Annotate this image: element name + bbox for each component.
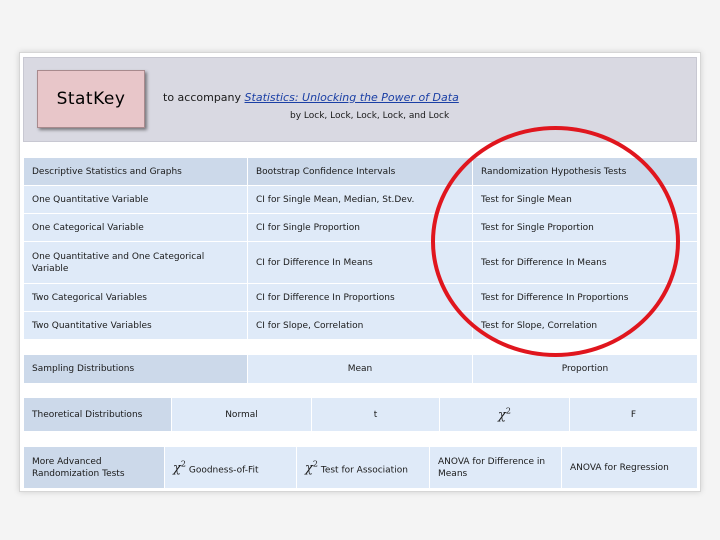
statkey-logo[interactable]: StatKey <box>37 70 145 128</box>
f-link[interactable]: F <box>569 397 698 432</box>
theoretical-label: Theoretical Distributions <box>23 397 172 432</box>
association-label: Test for Association <box>320 465 408 476</box>
table-row: Sampling Distributions Mean Proportion <box>23 354 698 384</box>
table-row: Theoretical Distributions Normal t χ2 F <box>23 397 698 432</box>
menu-link[interactable]: One Quantitative Variable <box>23 185 248 214</box>
tagline-prefix: to accompany <box>163 91 245 104</box>
chi-superscript: 2 <box>312 459 318 469</box>
book-link[interactable]: Statistics: Unlocking the Power of Data <box>245 91 459 104</box>
chi-symbol: χ <box>498 408 506 424</box>
advanced-tests-table: More Advanced Randomization Tests χ2 Goo… <box>23 446 698 489</box>
normal-link[interactable]: Normal <box>171 397 312 432</box>
t-link[interactable]: t <box>311 397 440 432</box>
authors-line: by Lock, Lock, Lock, Lock, and Lock <box>290 111 450 121</box>
menu-link[interactable]: One Quantitative and One Categorical Var… <box>23 241 248 284</box>
test-for-association-link[interactable]: χ2 Test for Association <box>296 446 430 489</box>
anova-means-link[interactable]: ANOVA for Difference in Means <box>429 446 562 489</box>
chi-superscript: 2 <box>180 459 186 469</box>
menu-link[interactable]: Two Categorical Variables <box>23 283 248 312</box>
annotation-circle <box>431 126 680 357</box>
advanced-label: More Advanced Randomization Tests <box>23 446 165 489</box>
menu-link[interactable]: CI for Slope, Correlation <box>247 311 473 340</box>
sampling-distributions-table: Sampling Distributions Mean Proportion <box>23 354 698 384</box>
chi-symbol: χ <box>173 461 181 477</box>
tagline: to accompany Statistics: Unlocking the P… <box>163 91 459 104</box>
anova-regression-link[interactable]: ANOVA for Regression <box>561 446 698 489</box>
sampling-proportion-link[interactable]: Proportion <box>472 354 698 384</box>
menu-link[interactable]: One Categorical Variable <box>23 213 248 242</box>
sampling-label: Sampling Distributions <box>23 354 248 384</box>
chi-square-link[interactable]: χ2 <box>439 397 570 432</box>
column-header-descriptive: Descriptive Statistics and Graphs <box>23 157 248 186</box>
menu-link[interactable]: CI for Difference In Proportions <box>247 283 473 312</box>
sampling-mean-link[interactable]: Mean <box>247 354 473 384</box>
theoretical-distributions-table: Theoretical Distributions Normal t χ2 F <box>23 397 698 432</box>
goodness-of-fit-label: Goodness-of-Fit <box>188 465 259 476</box>
table-row: More Advanced Randomization Tests χ2 Goo… <box>23 446 698 489</box>
menu-link[interactable]: Two Quantitative Variables <box>23 311 248 340</box>
chi-superscript: 2 <box>505 406 511 416</box>
goodness-of-fit-link[interactable]: χ2 Goodness-of-Fit <box>164 446 297 489</box>
chi-symbol: χ <box>305 461 313 477</box>
column-header-bootstrap: Bootstrap Confidence Intervals <box>247 157 473 186</box>
